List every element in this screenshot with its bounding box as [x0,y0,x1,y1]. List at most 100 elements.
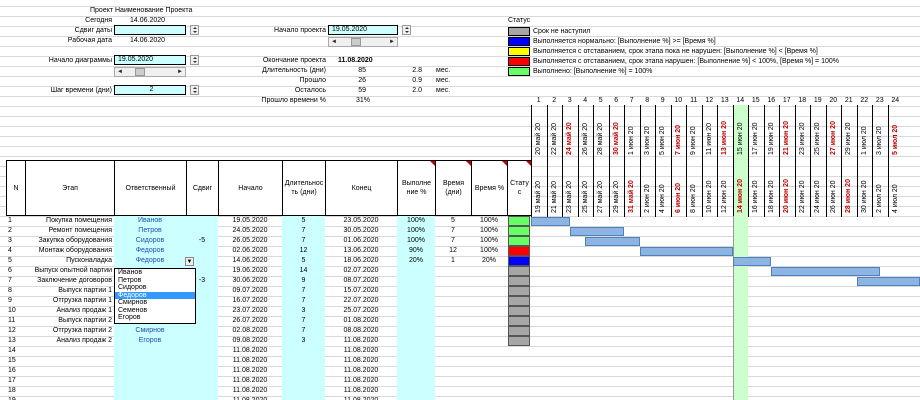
duration-cell[interactable]: 3 [282,306,325,316]
done-pct-cell[interactable] [397,316,435,326]
dropdown-option[interactable]: Петров [115,277,195,285]
shift-cell[interactable] [186,386,218,396]
stage-cell[interactable]: Пусконаладка [25,256,113,266]
shift-cell[interactable]: -5 [186,236,218,246]
stage-cell[interactable]: Монтаж оборудования [25,246,113,256]
dropdown-option[interactable]: Федоров [115,291,195,299]
stage-cell[interactable]: Выпуск опытной партии [25,266,113,276]
done-pct-cell[interactable] [397,276,435,286]
duration-cell[interactable] [282,366,325,376]
stage-cell[interactable] [25,366,113,376]
shift-date-spinner[interactable] [190,25,199,35]
chart-start-input[interactable]: 19.05.2020 [114,55,186,65]
duration-cell[interactable]: 7 [282,326,325,336]
done-pct-cell[interactable] [397,286,435,296]
done-pct-cell[interactable]: 100% [397,216,435,226]
done-pct-cell[interactable] [397,386,435,396]
responsible-cell[interactable] [114,346,186,356]
step-input[interactable]: 2 [114,85,186,95]
duration-cell[interactable]: 7 [282,296,325,306]
shift-cell[interactable] [186,346,218,356]
duration-cell[interactable] [282,346,325,356]
done-pct-cell[interactable]: 20% [397,256,435,266]
shift-cell[interactable] [186,376,218,386]
done-pct-cell[interactable] [397,326,435,336]
dropdown-option[interactable]: Егоров [115,314,195,322]
duration-cell[interactable]: 7 [282,316,325,326]
scroll-thumb[interactable] [351,38,361,46]
done-pct-cell[interactable]: 90% [397,246,435,256]
responsible-cell[interactable] [114,386,186,396]
responsible-cell[interactable]: Петров [114,226,186,236]
responsible-dropdown-list[interactable]: Иванов Петров Сидоров Федоров Смирнов Семенов… [114,268,196,324]
responsible-cell[interactable]: Сидоров [114,236,186,246]
duration-cell[interactable] [282,356,325,366]
responsible-cell[interactable]: Иванов [114,216,186,226]
scroll-right-icon[interactable]: ► [387,38,397,46]
responsible-cell[interactable] [114,366,186,376]
duration-cell[interactable]: 14 [282,266,325,276]
scroll-left-icon[interactable]: ◄ [329,38,339,46]
responsible-cell[interactable] [114,396,186,400]
shift-date-input[interactable] [114,25,186,35]
stage-cell[interactable] [25,356,113,366]
done-pct-cell[interactable]: 100% [397,226,435,236]
proj-start-input[interactable]: 19.05.2020 [328,25,398,35]
chart-start-spinner[interactable] [190,55,199,65]
stage-cell[interactable]: Ремонт помещения [25,226,113,236]
duration-cell[interactable]: 3 [282,336,325,346]
shift-cell[interactable] [186,326,218,336]
duration-cell[interactable] [282,386,325,396]
shift-cell[interactable] [186,366,218,376]
chart-start-scrollbar[interactable]: ◄ ► [114,67,186,77]
stage-cell[interactable]: Анализ продаж 1 [25,306,113,316]
dropdown-option[interactable]: Смирнов [115,299,195,307]
responsible-cell[interactable]: Федоров [114,256,186,266]
shift-cell[interactable] [186,336,218,346]
stage-cell[interactable]: Отгрузка партии 1 [25,296,113,306]
shift-cell[interactable] [186,356,218,366]
scroll-thumb[interactable] [135,68,145,76]
stage-cell[interactable] [25,346,113,356]
done-pct-cell[interactable] [397,356,435,366]
stage-cell[interactable]: Выпуск партии 1 [25,286,113,296]
stage-cell[interactable]: Анализ продаж 2 [25,336,113,346]
stage-cell[interactable] [25,376,113,386]
done-pct-cell[interactable] [397,336,435,346]
done-pct-cell[interactable] [397,376,435,386]
proj-start-spinner[interactable] [402,25,411,35]
done-pct-cell[interactable] [397,396,435,400]
dropdown-arrow-icon[interactable]: ▼ [185,257,194,266]
dropdown-option[interactable]: Семенов [115,307,195,315]
duration-cell[interactable]: 7 [282,226,325,236]
stage-cell[interactable]: Покупка помещения [25,216,113,226]
done-pct-cell[interactable] [397,346,435,356]
stage-cell[interactable]: Заключение договоров [25,276,113,286]
shift-cell[interactable] [186,396,218,400]
shift-cell[interactable] [186,216,218,226]
duration-cell[interactable]: 5 [282,256,325,266]
shift-cell[interactable] [186,246,218,256]
dropdown-option[interactable]: Иванов [115,269,195,277]
responsible-cell[interactable] [114,356,186,366]
duration-cell[interactable]: 5 [282,216,325,226]
done-pct-cell[interactable] [397,366,435,376]
stage-cell[interactable]: Закупка оборудования [25,236,113,246]
scroll-left-icon[interactable]: ◄ [115,68,125,76]
duration-cell[interactable] [282,396,325,400]
scroll-right-icon[interactable]: ► [175,68,185,76]
done-pct-cell[interactable]: 100% [397,236,435,246]
done-pct-cell[interactable] [397,306,435,316]
responsible-cell[interactable]: Егоров [114,336,186,346]
done-pct-cell[interactable] [397,296,435,306]
proj-start-scrollbar[interactable]: ◄ ► [328,37,398,47]
duration-cell[interactable]: 7 [282,236,325,246]
duration-cell[interactable]: 7 [282,286,325,296]
dropdown-option[interactable]: Сидоров [115,284,195,292]
stage-cell[interactable]: Отгрузка партии 2 [25,326,113,336]
responsible-cell[interactable] [114,376,186,386]
step-spinner[interactable] [190,85,199,95]
responsible-cell[interactable]: Смирнов [114,326,186,336]
stage-cell[interactable] [25,386,113,396]
done-pct-cell[interactable] [397,266,435,276]
